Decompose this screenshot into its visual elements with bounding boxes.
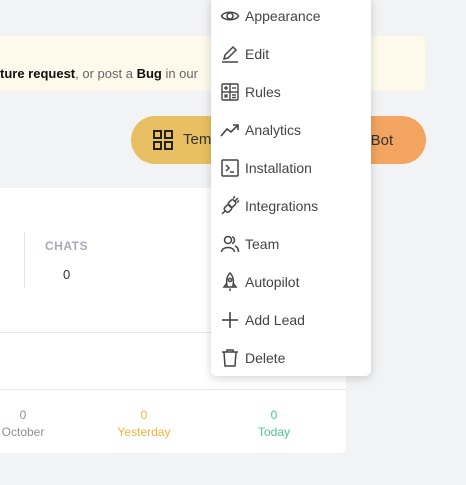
menu-item-rules[interactable]: Rules xyxy=(211,74,371,110)
notice-text: ture request, or post a Bug in our xyxy=(0,66,198,81)
menu-item-add-lead[interactable]: Add Lead xyxy=(211,302,371,338)
users-icon xyxy=(220,235,240,253)
menu-item-label: Analytics xyxy=(245,122,302,138)
bot-actions-menu: Appearance Edit Rules Analytics Installa… xyxy=(211,0,371,376)
menu-item-label: Edit xyxy=(245,46,270,62)
chats-value: 0 xyxy=(63,267,71,282)
plus-icon xyxy=(222,312,238,328)
terminal-icon xyxy=(221,159,239,177)
menu-item-label: Integrations xyxy=(245,198,319,214)
menu-item-analytics[interactable]: Analytics xyxy=(211,112,371,148)
calculator-icon xyxy=(221,83,239,101)
notice-text-part: in our xyxy=(161,66,198,81)
stat-yesterday-value: 0 xyxy=(140,408,148,422)
menu-item-team[interactable]: Team xyxy=(211,226,371,262)
menu-item-label: Installation xyxy=(245,160,312,176)
plug-icon xyxy=(221,196,240,215)
stat-october-value: 0 xyxy=(19,408,27,422)
stat-today-value: 0 xyxy=(270,408,278,422)
menu-item-label: Rules xyxy=(245,84,281,100)
stat-october: 0 October xyxy=(0,407,68,441)
menu-item-label: Autopilot xyxy=(245,274,300,290)
stat-today: 0 Today xyxy=(229,407,319,441)
chats-label: CHATS xyxy=(45,239,88,253)
menu-item-integrations[interactable]: Integrations xyxy=(211,188,371,224)
menu-item-label: Delete xyxy=(245,350,286,366)
trash-icon xyxy=(222,349,238,367)
stat-yesterday: 0 Yesterday xyxy=(99,407,189,441)
trend-up-icon xyxy=(220,124,239,137)
eye-icon xyxy=(220,11,240,21)
stat-october-label: October xyxy=(1,425,45,439)
templates-button-label: Tem xyxy=(183,131,212,148)
divider xyxy=(24,232,25,288)
feature-request-link[interactable]: ture request xyxy=(0,66,75,81)
menu-item-label: Appearance xyxy=(245,8,321,24)
menu-item-edit[interactable]: Edit xyxy=(211,36,371,72)
menu-item-delete[interactable]: Delete xyxy=(211,340,371,376)
menu-item-label: Team xyxy=(245,236,280,252)
menu-item-installation[interactable]: Installation xyxy=(211,150,371,186)
divider xyxy=(0,389,346,390)
stat-today-label: Today xyxy=(257,425,291,439)
pencil-icon xyxy=(222,45,238,63)
bug-link[interactable]: Bug xyxy=(137,66,162,81)
notice-text-part: , or post a xyxy=(75,66,137,81)
menu-item-autopilot[interactable]: Autopilot xyxy=(211,264,371,300)
menu-item-appearance[interactable]: Appearance xyxy=(211,0,371,34)
rocket-icon xyxy=(222,272,238,291)
grid-icon xyxy=(153,130,173,150)
stat-yesterday-label: Yesterday xyxy=(117,425,171,439)
menu-item-label: Add Lead xyxy=(245,312,305,328)
